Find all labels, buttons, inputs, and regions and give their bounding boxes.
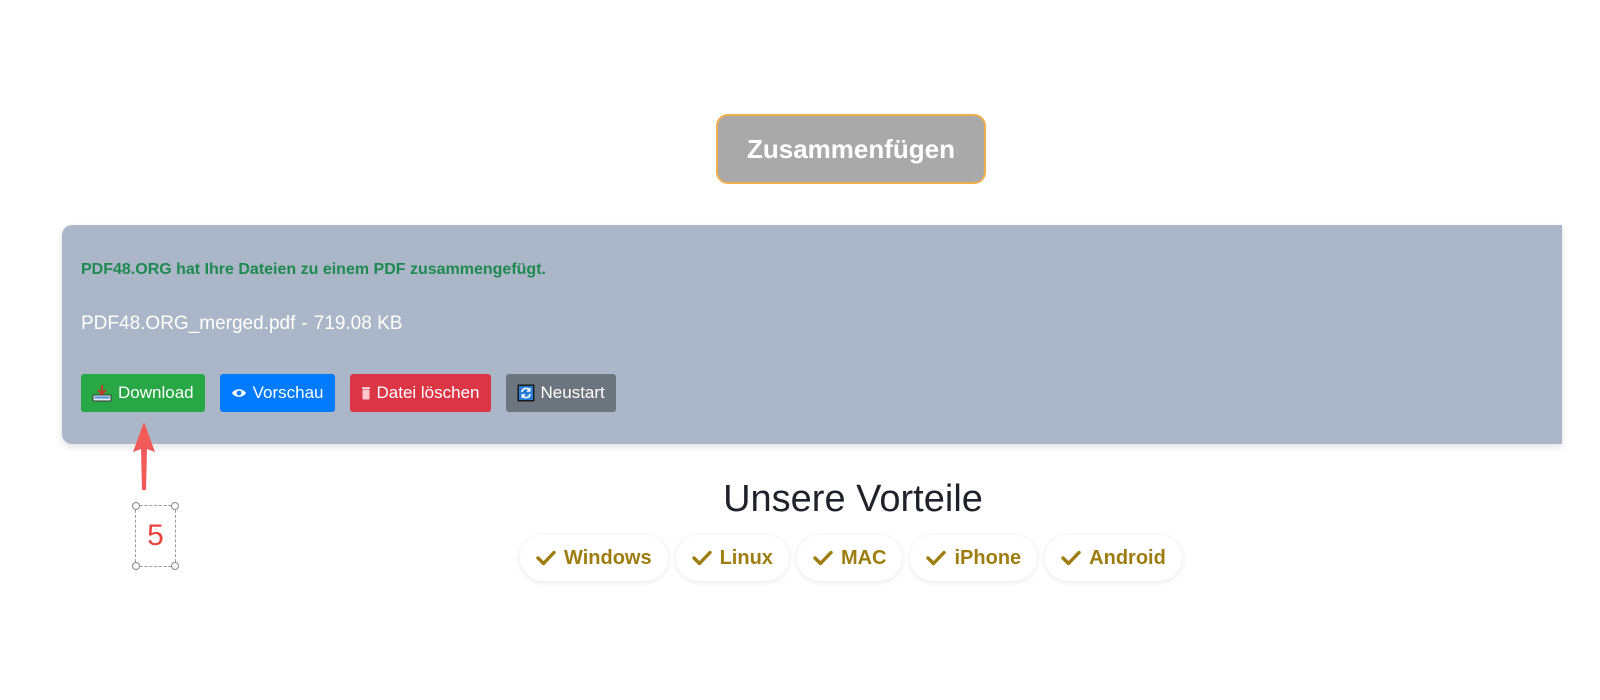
delete-file-button-label: Datei löschen	[376, 383, 480, 402]
restart-button[interactable]: Neustart	[505, 374, 616, 412]
page: Zusammenfügen PDF48.ORG hat Ihre Dateien…	[0, 0, 1600, 700]
success-message: PDF48.ORG hat Ihre Dateien zu einem PDF …	[81, 261, 546, 278]
platform-badge-linux: Linux	[675, 535, 789, 581]
platform-badge-iphone: iPhone	[910, 535, 1038, 581]
platform-badge-android: Android	[1045, 535, 1182, 581]
platform-label: Linux	[719, 546, 773, 569]
trash-icon	[361, 386, 371, 400]
check-icon	[536, 550, 556, 566]
file-name: PDF48.ORG_merged.pdf	[81, 313, 296, 334]
download-tray-icon	[92, 384, 112, 402]
resize-handle-bottom-left	[132, 562, 140, 570]
platform-label: Windows	[564, 546, 652, 569]
preview-button[interactable]: Vorschau	[219, 374, 335, 412]
platform-list: Windows Linux MAC iPhone Android	[520, 535, 1182, 581]
check-icon	[813, 550, 833, 566]
platform-label: MAC	[840, 546, 887, 569]
platform-label: Android	[1089, 546, 1166, 569]
check-icon	[691, 550, 712, 566]
restart-button-label: Neustart	[540, 383, 605, 402]
refresh-icon	[517, 384, 535, 402]
resize-handle-bottom-right	[171, 562, 179, 570]
check-icon	[1061, 550, 1081, 566]
platform-badge-windows: Windows	[520, 535, 668, 581]
delete-file-button[interactable]: Datei löschen	[349, 374, 491, 412]
merge-button[interactable]: Zusammenfügen	[716, 114, 986, 184]
file-info-separator: -	[301, 313, 308, 334]
download-button[interactable]: Download	[81, 374, 205, 412]
file-size: 719.08 KB	[313, 313, 403, 334]
platform-label: iPhone	[954, 546, 1022, 569]
check-icon	[926, 550, 947, 566]
result-panel: PDF48.ORG hat Ihre Dateien zu einem PDF …	[62, 225, 1562, 444]
merge-button-label: Zusammenfügen	[746, 133, 956, 164]
preview-button-label: Vorschau	[252, 383, 324, 402]
action-buttons: Download Vorschau Datei löschen Neustart	[81, 374, 616, 412]
advantages-title: Unsere Vorteile	[723, 478, 983, 520]
download-button-label: Download	[118, 383, 194, 402]
platform-badge-mac: MAC	[796, 535, 903, 581]
eye-icon	[231, 387, 247, 399]
file-info: PDF48.ORG_merged.pdf -719.08 KB	[81, 313, 402, 335]
